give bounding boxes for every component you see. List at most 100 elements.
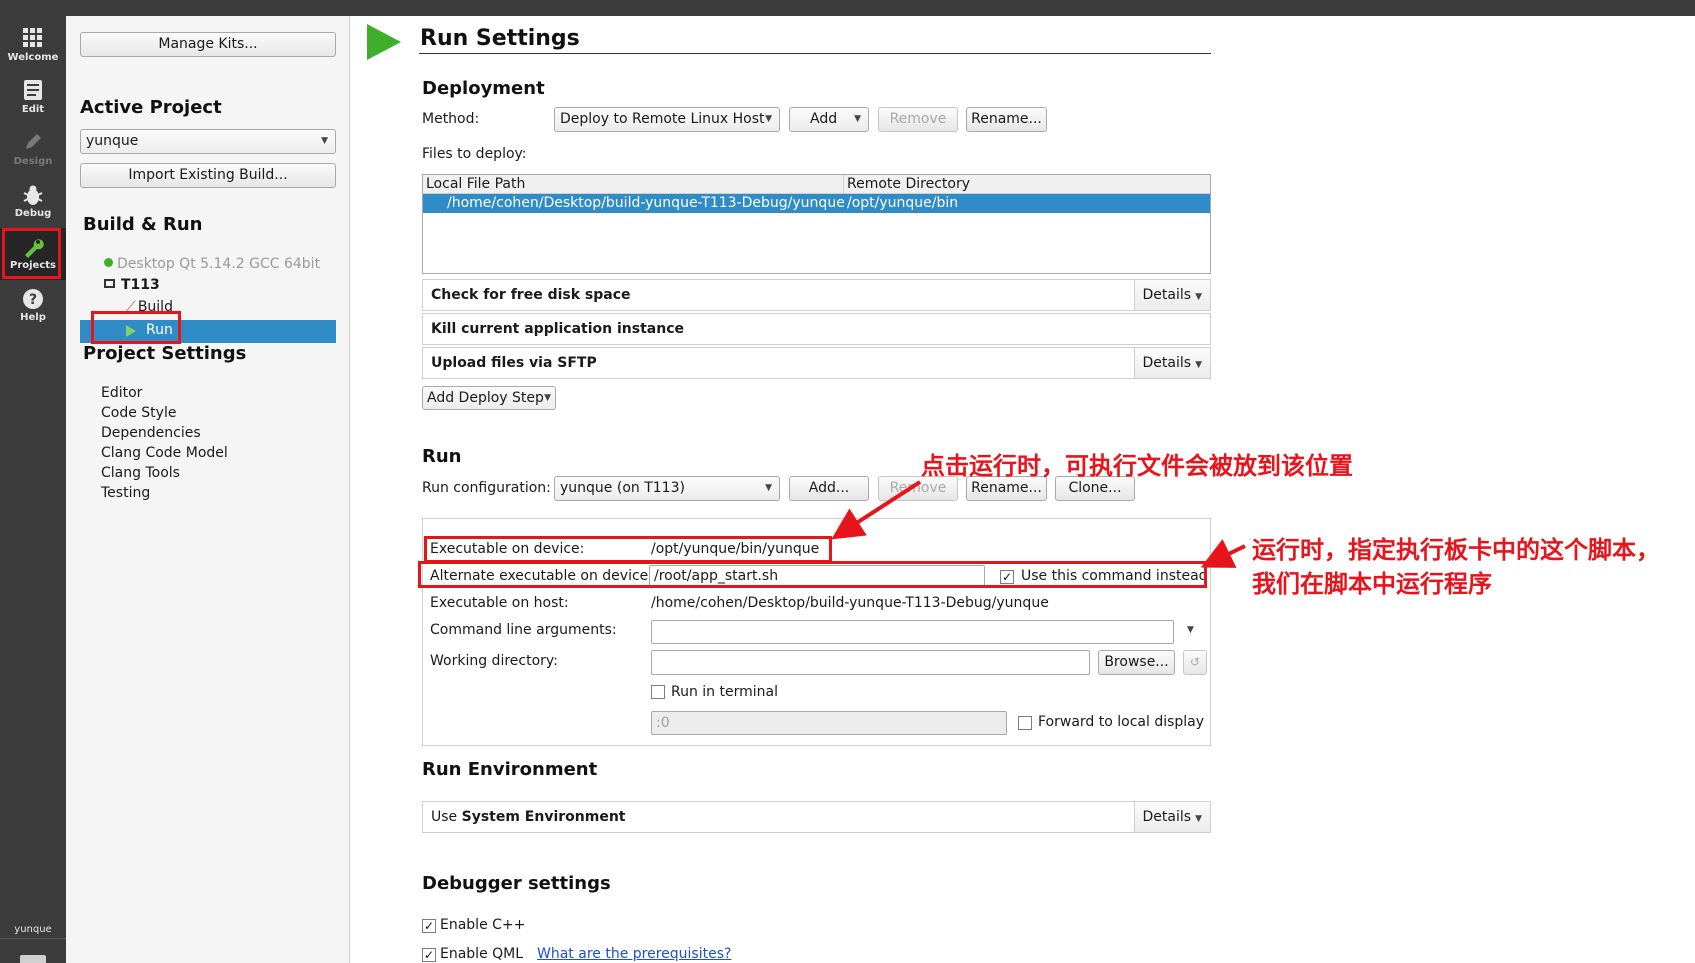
enable-qml-label: Enable QML bbox=[440, 946, 524, 962]
table-row[interactable]: /home/cohen/Desktop/build-yunque-T113-De… bbox=[423, 194, 1210, 213]
question-icon: ? bbox=[0, 280, 66, 310]
forward-display-checkbox[interactable] bbox=[1018, 716, 1032, 730]
settings-item-clang-tools[interactable]: Clang Tools bbox=[101, 465, 180, 481]
exec-host-value: /home/cohen/Desktop/build-yunque-T113-De… bbox=[651, 595, 1049, 611]
chevron-down-icon: ▼ bbox=[765, 114, 772, 124]
settings-item-clang-code-model[interactable]: Clang Code Model bbox=[101, 445, 228, 461]
mode-debug-label: Debug bbox=[14, 208, 52, 219]
annotation-box-alt-exec bbox=[418, 561, 1207, 588]
deploy-step-upload-sftp-title: Upload files via SFTP bbox=[431, 355, 597, 371]
deploy-step-kill-instance[interactable]: Kill current application instance bbox=[422, 313, 1211, 345]
chevron-down-icon: ▼ bbox=[854, 114, 861, 124]
enable-qml-checkbox[interactable]: ✓ bbox=[422, 948, 436, 962]
monitor-small-icon bbox=[104, 279, 115, 288]
annotation-text-exec-location: 点击运行时，可执行文件会被放到该位置 bbox=[921, 452, 1353, 480]
run-heading: Run bbox=[422, 446, 462, 467]
chevron-down-icon: ▼ bbox=[765, 483, 772, 493]
forward-display-label: Forward to local display bbox=[1038, 714, 1205, 730]
grid-icon bbox=[0, 20, 66, 50]
deploy-step-upload-sftp[interactable]: Upload files via SFTP Details ▼ bbox=[422, 347, 1211, 379]
col-local-path[interactable]: Local File Path bbox=[426, 176, 525, 192]
run-config-select[interactable]: yunque (on T113) ▼ bbox=[554, 476, 780, 501]
chevron-down-icon: ▼ bbox=[1195, 292, 1202, 302]
settings-item-code-style[interactable]: Code Style bbox=[101, 405, 176, 421]
disk-space-details-button[interactable]: Details ▼ bbox=[1133, 280, 1210, 310]
import-existing-build-button[interactable]: Import Existing Build... bbox=[80, 163, 336, 188]
run-in-terminal-checkbox[interactable] bbox=[651, 685, 665, 699]
manage-kits-button[interactable]: Manage Kits... bbox=[80, 32, 336, 57]
mode-edit[interactable]: Edit bbox=[0, 72, 66, 124]
args-history-chevron-icon[interactable]: ▼ bbox=[1187, 625, 1194, 635]
monitor-icon[interactable] bbox=[20, 955, 46, 963]
pencil-icon bbox=[0, 124, 66, 154]
environment-details-label: Details bbox=[1142, 809, 1192, 825]
run-config-value: yunque (on T113) bbox=[560, 480, 685, 496]
kit-t113-label: T113 bbox=[121, 277, 160, 293]
deploy-add-label: Add bbox=[810, 111, 838, 127]
files-table[interactable]: Local File Path Remote Directory /home/c… bbox=[422, 174, 1211, 274]
browse-button[interactable]: Browse... bbox=[1098, 650, 1175, 675]
deploy-method-select[interactable]: Deploy to Remote Linux Host ▼ bbox=[554, 107, 780, 132]
args-input[interactable] bbox=[651, 620, 1174, 644]
deploy-rename-button[interactable]: Rename... bbox=[966, 107, 1047, 132]
active-project-value: yunque bbox=[86, 133, 139, 149]
row-remote-directory: /opt/yunque/bin bbox=[847, 195, 959, 211]
deploy-step-disk-space[interactable]: Check for free disk space Details ▼ bbox=[422, 279, 1211, 311]
enable-cpp-label: Enable C++ bbox=[440, 917, 526, 933]
add-deploy-step-label: Add Deploy Step bbox=[427, 390, 544, 406]
workdir-input[interactable] bbox=[651, 650, 1090, 675]
active-project-select[interactable]: yunque ▼ bbox=[80, 129, 336, 154]
method-label: Method: bbox=[422, 111, 480, 127]
document-icon bbox=[0, 72, 66, 102]
settings-item-testing[interactable]: Testing bbox=[101, 485, 150, 501]
play-icon bbox=[367, 24, 401, 60]
run-add-button[interactable]: Add... bbox=[789, 476, 869, 501]
mode-design-label: Design bbox=[13, 156, 53, 167]
run-environment-heading: Run Environment bbox=[422, 759, 598, 780]
annotation-box-run bbox=[91, 311, 181, 344]
run-environment-panel[interactable]: Use System Environment Details ▼ bbox=[422, 801, 1211, 833]
sftp-details-label: Details bbox=[1142, 355, 1192, 371]
mode-bar: Welcome Edit Design Debug Projects ? Hel… bbox=[0, 16, 66, 963]
run-in-terminal-label: Run in terminal bbox=[671, 684, 778, 700]
mode-help[interactable]: ? Help bbox=[0, 280, 66, 332]
col-remote-directory[interactable]: Remote Directory bbox=[847, 176, 970, 192]
settings-item-editor[interactable]: Editor bbox=[101, 385, 142, 401]
enable-cpp-checkbox[interactable]: ✓ bbox=[422, 919, 436, 933]
annotation-box-exec-device bbox=[424, 536, 832, 563]
mode-design[interactable]: Design bbox=[0, 124, 66, 176]
settings-item-dependencies[interactable]: Dependencies bbox=[101, 425, 201, 441]
display-input[interactable]: :0 bbox=[651, 711, 1007, 735]
prerequisites-link[interactable]: What are the prerequisites? bbox=[537, 946, 731, 962]
mode-welcome[interactable]: Welcome bbox=[0, 20, 66, 72]
deploy-add-button[interactable]: Add ▼ bbox=[789, 107, 869, 132]
deploy-method-value: Deploy to Remote Linux Host bbox=[560, 111, 765, 127]
mode-project-selector[interactable]: yunque bbox=[0, 924, 66, 935]
reset-icon[interactable]: ↺ bbox=[1183, 650, 1207, 675]
environment-details-button[interactable]: Details ▼ bbox=[1133, 802, 1210, 832]
environment-name: System Environment bbox=[461, 809, 626, 825]
mode-help-label: Help bbox=[20, 312, 46, 323]
chevron-down-icon: ▼ bbox=[1195, 814, 1202, 824]
bug-icon bbox=[0, 176, 66, 206]
kit-desktop-item[interactable]: Desktop Qt 5.14.2 GCC 64bit bbox=[104, 256, 320, 272]
use-environment-text: Use System Environment bbox=[431, 809, 626, 825]
mode-edit-label: Edit bbox=[21, 104, 45, 115]
annotation-box-projects bbox=[2, 228, 61, 279]
kit-desktop-label: Desktop Qt 5.14.2 GCC 64bit bbox=[117, 256, 321, 272]
mode-debug[interactable]: Debug bbox=[0, 176, 66, 228]
svg-text:?: ? bbox=[29, 292, 37, 308]
deploy-step-kill-instance-title: Kill current application instance bbox=[431, 321, 685, 337]
annotation-text-script-line2: 我们在脚本中运行程序 bbox=[1252, 570, 1492, 598]
annotation-text-script-line1: 运行时，指定执行板卡中的这个脚本， bbox=[1252, 536, 1660, 564]
deploy-remove-button[interactable]: Remove bbox=[878, 107, 958, 132]
sftp-details-button[interactable]: Details ▼ bbox=[1133, 348, 1210, 378]
use-prefix: Use bbox=[431, 809, 458, 825]
chevron-down-icon: ▼ bbox=[321, 136, 328, 146]
row-local-path: /home/cohen/Desktop/build-yunque-T113-De… bbox=[447, 195, 845, 211]
kit-t113-item[interactable]: T113 bbox=[104, 277, 160, 293]
workdir-label: Working directory: bbox=[430, 653, 558, 669]
files-to-deploy-label: Files to deploy: bbox=[422, 146, 527, 162]
add-deploy-step-button[interactable]: Add Deploy Step ▼ bbox=[422, 386, 556, 410]
disk-space-details-label: Details bbox=[1142, 287, 1192, 303]
